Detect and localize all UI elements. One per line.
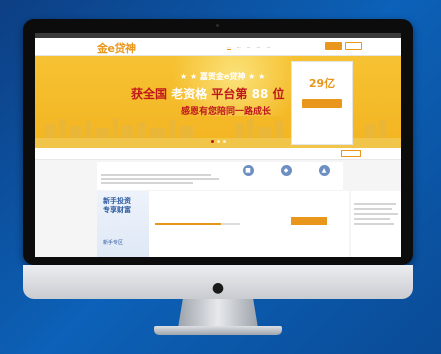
monitor-stand: [178, 299, 258, 328]
product-progress-fill: [155, 223, 222, 225]
slide-dot[interactable]: [211, 140, 214, 143]
banner-title-part: 平台第: [211, 87, 248, 101]
login-button[interactable]: [325, 42, 342, 50]
newbie-tag[interactable]: 新手投资 专享财富 新手专区: [97, 191, 149, 257]
side-news-line[interactable]: [354, 223, 394, 225]
banner-title-part: 位: [272, 87, 285, 101]
monitor-bezel: 金e贷神 ... ... ... ... ... ★ ★ 嘉贺金e贷神 ★ ★ …: [23, 19, 413, 265]
product-detail-row: [155, 205, 156, 209]
camera-icon: [216, 24, 219, 27]
banner-stars-title: ★ ★ 嘉贺金e贷神 ★ ★: [180, 72, 266, 81]
register-button[interactable]: [345, 42, 362, 50]
product-progress-bar: [155, 223, 240, 225]
hero-banner[interactable]: ★ ★ 嘉贺金e贷神 ★ ★ 获全国 老资格 平台第 88 位 感恩有您陪同一路…: [35, 56, 401, 148]
side-news-line[interactable]: [354, 203, 396, 205]
side-news-line[interactable]: [354, 218, 390, 220]
chart-icon: ▲: [318, 165, 330, 176]
main-nav: ... ... ... ... ...: [227, 44, 270, 50]
banner-title-highlight: 老资格: [171, 87, 208, 101]
nav-item-home[interactable]: ...: [227, 44, 231, 50]
site-logo[interactable]: 金e贷神: [97, 40, 136, 56]
side-news-panel: [351, 191, 401, 257]
feature-item[interactable]: ▲: [309, 165, 339, 179]
notice-panel: ■ ◆ ▲: [97, 162, 343, 190]
promo-card: 29亿: [291, 61, 353, 145]
side-news-line[interactable]: [354, 213, 398, 215]
platform-stats-bar: [35, 148, 401, 160]
apple-logo-icon: ●: [211, 280, 225, 296]
newbie-zone-label: 新手专区: [103, 240, 124, 246]
banner-title-number: 88: [251, 87, 269, 101]
banner-title-part: 获全国: [131, 87, 168, 101]
building-icon: ■: [242, 165, 254, 176]
website-screen: 金e贷神 ... ... ... ... ... ★ ★ 嘉贺金e贷神 ★ ★ …: [35, 33, 401, 257]
shield-icon: ◆: [280, 165, 292, 176]
nav-item-invest[interactable]: ...: [237, 44, 241, 50]
site-header: 金e贷神 ... ... ... ... ...: [35, 38, 401, 56]
product-card: 新手投资 专享财富 新手专区: [97, 191, 349, 257]
nav-item-news[interactable]: ...: [247, 44, 251, 50]
notice-text-line: [101, 174, 211, 176]
newbie-tag-title: 新手投资 专享财富: [103, 197, 131, 215]
promo-value: 29亿: [308, 77, 336, 90]
slide-dot[interactable]: [217, 140, 220, 143]
notice-text-line: [101, 182, 193, 184]
monitor-base: [154, 326, 282, 335]
notice-text-line: [101, 178, 219, 180]
feature-item[interactable]: ◆: [271, 165, 301, 179]
banner-main-title: 获全国 老资格 平台第 88 位: [131, 85, 285, 102]
imac-computer: 金e贷神 ... ... ... ... ... ★ ★ 嘉贺金e贷神 ★ ★ …: [23, 19, 413, 337]
nav-item-safety[interactable]: ...: [256, 44, 260, 50]
buy-button[interactable]: [291, 217, 327, 225]
side-news-line[interactable]: [354, 208, 392, 210]
feature-item[interactable]: ■: [233, 165, 263, 179]
slide-dot[interactable]: [223, 140, 226, 143]
newbie-tag-line: 专享财富: [103, 206, 131, 214]
banner-subtitle: 感恩有您陪同一路成长: [181, 107, 272, 117]
banner-slide-dots: [211, 140, 226, 143]
nav-item-about[interactable]: ...: [266, 44, 270, 50]
newbie-tag-line: 新手投资: [103, 197, 131, 205]
promo-button[interactable]: [302, 99, 342, 108]
stats-more-button[interactable]: [341, 150, 361, 157]
